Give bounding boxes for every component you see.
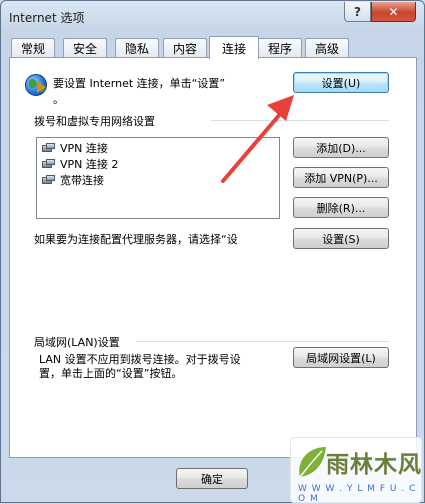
tab-privacy[interactable]: 隐私 xyxy=(115,38,159,58)
connections-list[interactable]: VPN 连接 VPN 连接 2 宽带连接 xyxy=(36,137,280,219)
list-item[interactable]: 宽带连接 xyxy=(41,172,104,188)
internet-options-dialog: Internet 选项 ? ✕ 常规 安全 隐私 内容 连接 程序 高级 要设置… xyxy=(0,0,425,504)
add-connection-button[interactable]: 添加(D)... xyxy=(293,137,389,158)
window-title: Internet 选项 xyxy=(9,11,85,25)
help-button[interactable]: ? xyxy=(344,2,371,22)
dialup-section-divider xyxy=(211,120,389,121)
lan-section-divider xyxy=(136,341,389,342)
lan-settings-button[interactable]: 局域网设置(L) xyxy=(293,347,389,368)
setup-description-end: 。 xyxy=(53,93,64,106)
tab-advanced[interactable]: 高级 xyxy=(305,38,349,58)
setup-description: 要设置 Internet 连接，单击“设置” xyxy=(53,77,226,90)
tab-general[interactable]: 常规 xyxy=(11,38,55,58)
setup-button[interactable]: 设置(U) xyxy=(293,72,389,93)
leaf-icon xyxy=(299,447,326,478)
tab-strip: 常规 安全 隐私 内容 连接 程序 高级 xyxy=(9,36,416,59)
remove-connection-button[interactable]: 删除(R)... xyxy=(293,197,389,218)
tab-security[interactable]: 安全 xyxy=(63,38,107,58)
tab-content[interactable]: 内容 xyxy=(163,38,207,58)
title-bar[interactable]: Internet 选项 ? ✕ xyxy=(1,1,424,31)
list-item[interactable]: VPN 连接 xyxy=(41,140,108,156)
watermark-logo: 雨林木风 W W W . Y L M F U . C O M xyxy=(290,437,422,504)
watermark-url: W W W . Y L M F U . C O M xyxy=(298,484,417,504)
connection-label: VPN 连接 xyxy=(60,142,108,155)
network-connection-icon xyxy=(41,174,56,186)
add-vpn-button[interactable]: 添加 VPN(P)... xyxy=(293,167,389,188)
connection-settings-button[interactable]: 设置(S) xyxy=(293,228,389,249)
arrow-icon xyxy=(37,81,46,93)
tab-connections[interactable]: 连接 xyxy=(209,36,259,59)
help-icon: ? xyxy=(354,4,361,19)
tab-programs[interactable]: 程序 xyxy=(258,38,302,58)
connection-label: 宽带连接 xyxy=(60,174,104,187)
network-connection-icon xyxy=(41,142,56,154)
close-icon: ✕ xyxy=(388,4,399,19)
proxy-description: 如果要为连接配置代理服务器，请选择“设 xyxy=(34,233,238,246)
list-item[interactable]: VPN 连接 2 xyxy=(41,156,118,172)
dialup-section-heading: 拨号和虚拟专用网络设置 xyxy=(34,115,155,128)
connection-label: VPN 连接 2 xyxy=(60,158,119,171)
ok-button[interactable]: 确定 xyxy=(176,468,248,489)
network-connection-icon xyxy=(41,158,56,170)
lan-description-line2: 置，单击上面的“设置”按钮。 xyxy=(39,367,183,380)
watermark-brand: 雨林木风 xyxy=(326,452,422,478)
close-button[interactable]: ✕ xyxy=(371,2,416,22)
lan-section-heading: 局域网(LAN)设置 xyxy=(34,336,120,349)
